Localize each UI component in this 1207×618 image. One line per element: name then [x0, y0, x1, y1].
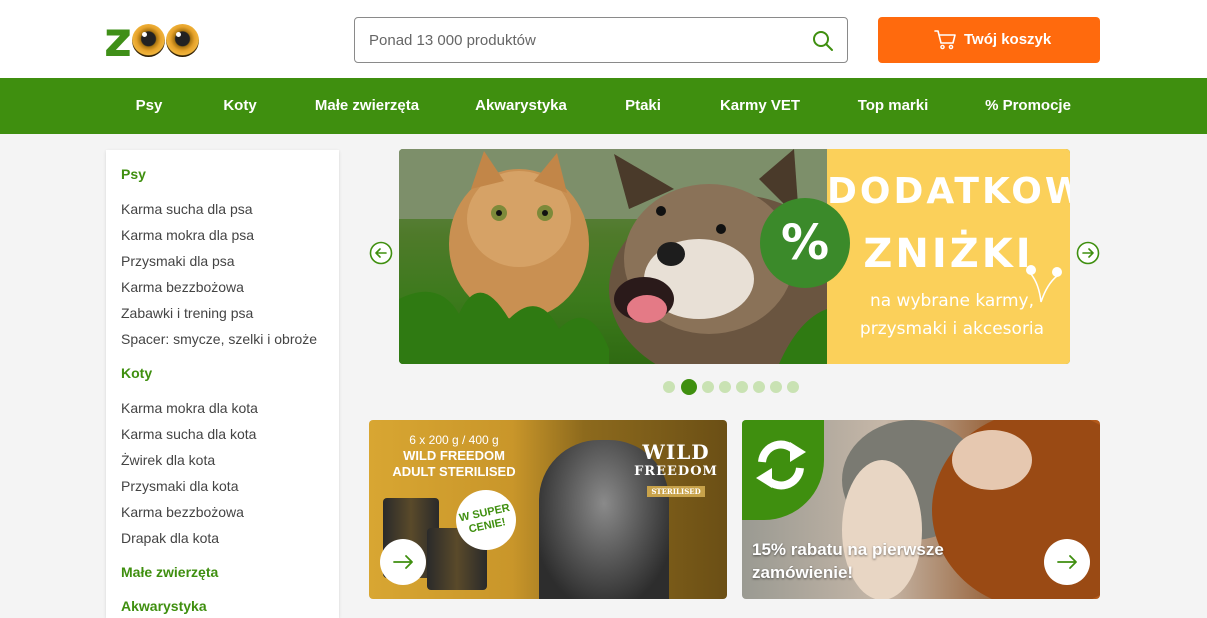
carousel-dot[interactable] [719, 381, 731, 393]
nav-item-akwarystyka[interactable]: Akwarystyka [475, 78, 567, 134]
arrow-right-icon [1057, 555, 1077, 569]
wild-freedom-logo: WILD FREEDOM STERILISED [631, 440, 721, 498]
sidebar-link[interactable]: Żwirek dla kota [121, 452, 215, 468]
nav-item-promocje[interactable]: % Promocje [985, 78, 1071, 134]
sidebar-link[interactable]: Drapak dla kota [121, 530, 219, 546]
wf-pack-size: 6 x 200 g / 400 g [409, 433, 499, 447]
cart-label: Twój koszyk [964, 31, 1052, 48]
header: zplus Twój koszyk [0, 0, 1207, 128]
arrow-right-icon [393, 555, 413, 569]
nav-item-top-marki[interactable]: Top marki [858, 78, 929, 134]
wf-product-name: WILD FREEDOM ADULT STERILISED [379, 448, 529, 480]
carousel-dot[interactable] [787, 381, 799, 393]
first-order-discount-card[interactable]: 15% rabatu na pierwsze zamówienie! [742, 420, 1100, 599]
carousel-dot[interactable] [663, 381, 675, 393]
category-sidebar: Psy Karma sucha dla psa Karma mokra dla … [106, 150, 339, 618]
hero-banner[interactable]: DODATKOWE ZNIŻKI na wybrane karmy, przys… [399, 149, 1070, 364]
cart-icon [934, 30, 956, 50]
sidebar-link[interactable]: Karma sucha dla kota [121, 426, 256, 442]
carousel-dot-active[interactable] [681, 379, 697, 395]
promo-line1: 15% rabatu na pierwsze [752, 540, 944, 559]
carousel-dot[interactable] [702, 381, 714, 393]
hero-subtitle-line1: na wybrane karmy, [869, 291, 1035, 311]
sidebar-heading-psy[interactable]: Psy [121, 166, 146, 182]
nav-item-psy[interactable]: Psy [136, 78, 163, 134]
card-arrow-button[interactable] [1044, 539, 1090, 585]
nav-item-karmy-vet[interactable]: Karmy VET [720, 78, 800, 134]
carousel-next-arrow-icon[interactable] [1076, 241, 1100, 265]
main-nav: Psy Koty Małe zwierzęta Akwarystyka Ptak… [0, 78, 1207, 134]
zooplus-logo[interactable]: zplus [104, 12, 304, 128]
logo-letter-z: z [104, 12, 132, 68]
sidebar-link[interactable]: Karma mokra dla psa [121, 227, 254, 243]
logo-eyes-icon [131, 20, 202, 60]
sidebar-link[interactable]: Przysmaki dla psa [121, 253, 235, 269]
promo-line2: zamówienie! [752, 563, 854, 582]
sidebar-heading-male-zwierzeta[interactable]: Małe zwierzęta [121, 564, 218, 580]
wf-product-line2: ADULT STERILISED [392, 464, 516, 479]
carousel-dot[interactable] [736, 381, 748, 393]
wild-freedom-promo-card[interactable]: 6 x 200 g / 400 g WILD FREEDOM ADULT STE… [369, 420, 727, 599]
wf-logo-line2: FREEDOM [634, 464, 718, 479]
cart-button[interactable]: Twój koszyk [878, 17, 1100, 63]
hero-title-line1: DODATKOWE [827, 171, 1070, 212]
search-box [354, 17, 848, 63]
wf-logo-line3: STERILISED [647, 486, 705, 497]
sync-badge [742, 420, 824, 520]
wf-product-line1: WILD FREEDOM [403, 448, 505, 463]
carousel-dot[interactable] [770, 381, 782, 393]
sidebar-link[interactable]: Karma bezzbożowa [121, 504, 244, 520]
sidebar-link[interactable]: Karma sucha dla psa [121, 201, 253, 217]
carousel-dot[interactable] [753, 381, 765, 393]
first-order-promo-text: 15% rabatu na pierwsze zamówienie! [752, 538, 944, 584]
search-icon[interactable] [811, 29, 835, 53]
wf-logo-line1: WILD [642, 440, 710, 464]
nav-item-koty[interactable]: Koty [223, 78, 256, 134]
nav-item-male-zwierzeta[interactable]: Małe zwierzęta [315, 78, 419, 134]
sidebar-link[interactable]: Karma mokra dla kota [121, 400, 258, 416]
sidebar-link[interactable]: Karma bezzbożowa [121, 279, 244, 295]
sidebar-link[interactable]: Zabawki i trening psa [121, 305, 253, 321]
sync-icon [756, 440, 806, 490]
hero-subtitle-line2: przysmaki i akcesoria [859, 319, 1045, 339]
card-arrow-button[interactable] [380, 539, 426, 585]
search-input[interactable] [369, 18, 799, 62]
sidebar-link[interactable]: Przysmaki dla kota [121, 478, 238, 494]
sidebar-heading-koty[interactable]: Koty [121, 365, 152, 381]
nav-item-ptaki[interactable]: Ptaki [625, 78, 661, 134]
sidebar-heading-akwarystyka[interactable]: Akwarystyka [121, 598, 207, 614]
carousel-prev-arrow-icon[interactable] [369, 241, 393, 265]
percent-badge: % [760, 198, 850, 288]
flower-decoration-icon [1026, 265, 1062, 303]
sidebar-link[interactable]: Spacer: smycze, szelki i obroże [121, 331, 317, 347]
